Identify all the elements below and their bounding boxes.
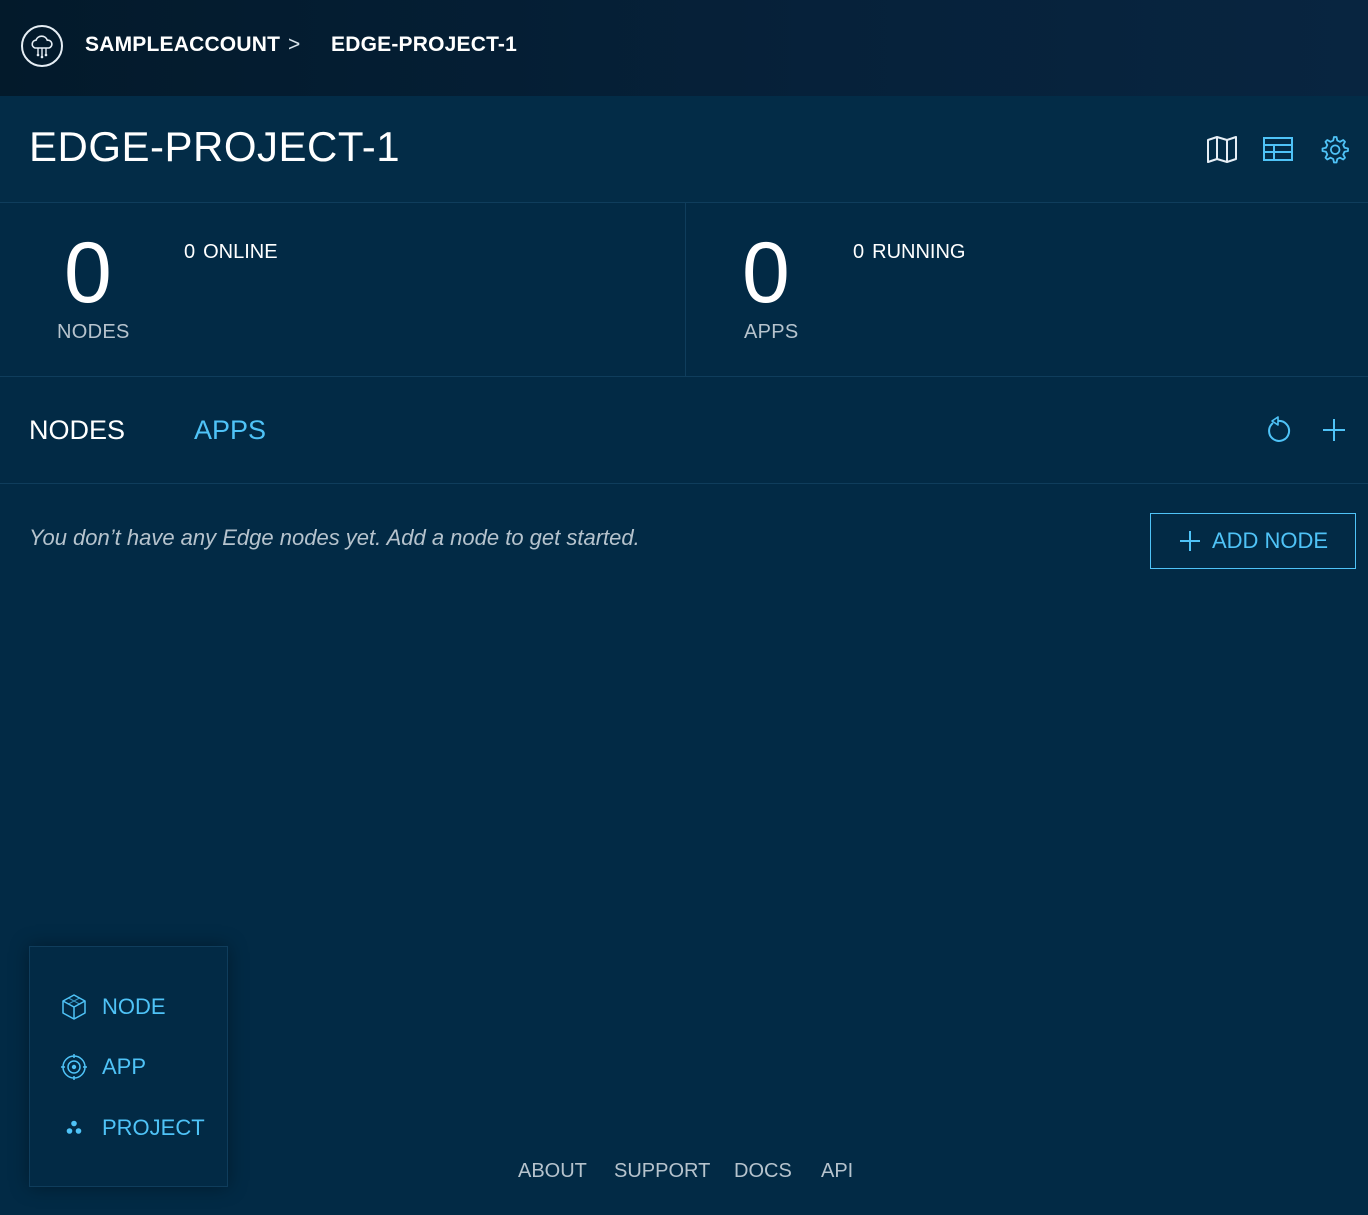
stats-panel: 0 NODES 0 ONLINE 0 APPS 0 RUNNING xyxy=(0,203,1368,377)
menu-item-app[interactable]: APP xyxy=(60,1053,146,1081)
top-bar: SAMPLEACCOUNT > EDGE-PROJECT-1 xyxy=(0,0,1368,96)
tabs-bar: NODES APPS xyxy=(0,377,1368,484)
cube-icon xyxy=(62,994,86,1020)
gear-icon[interactable] xyxy=(1317,132,1351,166)
footer-link-docs[interactable]: DOCS xyxy=(734,1160,792,1183)
tab-nodes[interactable]: NODES xyxy=(29,415,125,446)
menu-item-node[interactable]: NODE xyxy=(60,993,166,1021)
table-icon[interactable] xyxy=(1261,132,1295,166)
running-count: 0 xyxy=(853,241,865,263)
footer-link-support[interactable]: SUPPORT xyxy=(614,1160,710,1183)
empty-state-message: You don’t have any Edge nodes yet. Add a… xyxy=(29,525,640,550)
running-label: RUNNING xyxy=(872,241,966,263)
footer-link-about[interactable]: ABOUT xyxy=(518,1160,587,1183)
page-header: EDGE-PROJECT-1 xyxy=(0,96,1368,203)
online-count: 0 xyxy=(184,241,196,263)
add-node-label: ADD NODE xyxy=(1211,528,1329,553)
breadcrumb-account[interactable]: SAMPLEACCOUNT xyxy=(85,33,280,57)
project-icon xyxy=(66,1120,82,1134)
map-icon[interactable] xyxy=(1205,132,1239,166)
app-icon xyxy=(61,1054,87,1080)
add-node-button[interactable]: ADD NODE xyxy=(1150,513,1356,569)
page-title: EDGE-PROJECT-1 xyxy=(29,123,401,170)
apps-label: APPS xyxy=(744,321,799,343)
menu-item-app-label: APP xyxy=(102,1054,147,1079)
stats-divider xyxy=(685,203,686,376)
footer-link-api[interactable]: API xyxy=(821,1160,853,1183)
menu-item-project[interactable]: PROJECT xyxy=(60,1114,205,1142)
cloud-logo-icon[interactable] xyxy=(21,25,63,67)
menu-item-node-label: NODE xyxy=(102,994,166,1019)
online-label: ONLINE xyxy=(203,241,278,263)
create-menu: NODE APP PROJECT xyxy=(29,946,228,1187)
chevron-right-icon: > xyxy=(288,33,301,56)
nodes-count: 0 xyxy=(64,225,112,321)
plus-icon[interactable] xyxy=(1319,415,1349,445)
apps-running-stat: 0 RUNNING xyxy=(853,241,965,264)
tab-apps[interactable]: APPS xyxy=(194,415,266,446)
nodes-label: NODES xyxy=(57,321,130,343)
menu-item-project-label: PROJECT xyxy=(102,1115,205,1140)
apps-count: 0 xyxy=(742,225,790,321)
refresh-icon[interactable] xyxy=(1263,415,1293,445)
nodes-online-stat: 0 ONLINE xyxy=(184,241,278,264)
breadcrumb-project[interactable]: EDGE-PROJECT-1 xyxy=(331,33,517,57)
plus-icon xyxy=(1179,531,1200,551)
